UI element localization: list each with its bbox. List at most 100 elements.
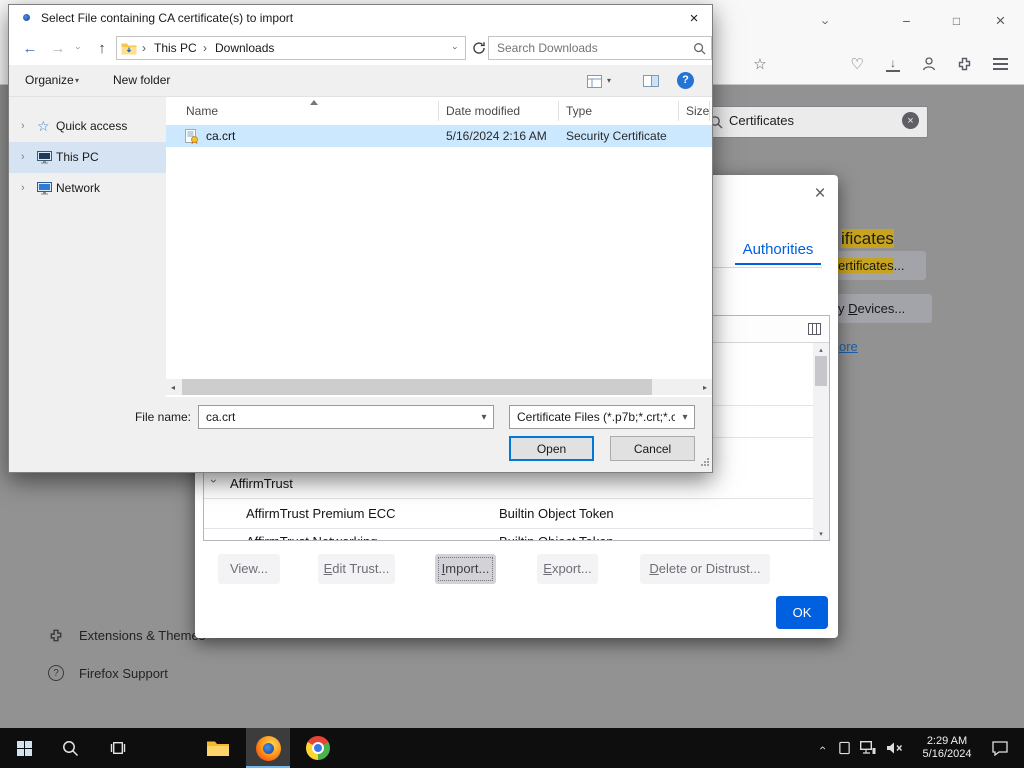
tray-display-icon[interactable] xyxy=(834,728,854,768)
organize-dropdown-chevron-icon[interactable]: ▾ xyxy=(75,65,79,96)
scroll-down-icon[interactable]: ▾ xyxy=(813,527,829,540)
export-button[interactable]: Export... xyxy=(537,554,598,584)
extensions-puzzle-icon xyxy=(47,627,65,645)
task-view-button[interactable] xyxy=(96,728,140,768)
firefox-taskbar-button[interactable] xyxy=(246,728,290,768)
scrollbar-thumb[interactable] xyxy=(182,379,652,395)
delete-or-distrust-button[interactable]: Delete or Distrust... xyxy=(640,554,770,584)
resize-grip[interactable] xyxy=(700,456,710,470)
open-button[interactable]: Open xyxy=(509,436,594,461)
clock-date: 5/16/2024 xyxy=(914,748,980,761)
minimize-icon[interactable]: − xyxy=(893,8,920,34)
ok-button[interactable]: OK xyxy=(776,596,828,629)
clear-search-icon[interactable]: × xyxy=(902,112,919,129)
search-box[interactable]: Search Downloads xyxy=(488,36,712,60)
dropdown-chevron-icon[interactable]: ▾ xyxy=(475,406,493,428)
tab-authorities[interactable]: Authorities xyxy=(735,235,821,263)
close-window-icon[interactable]: × xyxy=(987,8,1014,34)
chrome-taskbar-button[interactable] xyxy=(296,728,340,768)
file-explorer-button[interactable] xyxy=(196,728,240,768)
sidebar-item-network[interactable]: › Network xyxy=(9,173,166,204)
menu-hamburger-icon[interactable] xyxy=(988,52,1012,76)
expand-chevron-icon[interactable]: › xyxy=(21,173,25,203)
breadcrumb-this-pc[interactable]: This PC xyxy=(154,37,197,59)
vertical-scrollbar[interactable]: ▴ ▾ xyxy=(813,343,829,540)
pocket-heart-icon[interactable]: ♡ xyxy=(845,52,869,76)
column-picker-icon[interactable] xyxy=(806,322,822,336)
file-row-selected[interactable]: ca.crt 5/16/2024 2:16 AM Security Certif… xyxy=(166,125,712,147)
file-name: ca.crt xyxy=(206,125,235,147)
column-divider[interactable] xyxy=(558,101,559,121)
learn-more-link-fragment[interactable]: ore xyxy=(839,338,858,356)
cert-row-clipped[interactable]: AffirmTrust Networking Builtin Object To… xyxy=(204,529,813,540)
dialog-titlebar[interactable]: Select File containing CA certificate(s)… xyxy=(9,5,712,31)
security-devices-button-fragment[interactable]: y Devices... xyxy=(838,294,932,323)
column-header-size[interactable]: Size xyxy=(686,97,709,125)
up-icon[interactable]: ↑ xyxy=(89,31,115,65)
sidebar-item-extensions-themes[interactable]: Extensions & Themes xyxy=(40,624,220,650)
column-divider[interactable] xyxy=(678,101,679,121)
breadcrumb-downloads[interactable]: Downloads xyxy=(215,37,274,59)
settings-search-value[interactable]: Certificates xyxy=(729,107,794,135)
address-dropdown-chevron-icon[interactable]: › xyxy=(445,37,465,59)
desktop: › − □ × ☆ ♡ ↓ Certificates × ificates er… xyxy=(0,0,1024,768)
search-icon[interactable] xyxy=(691,40,707,56)
computer-icon xyxy=(36,150,52,164)
tray-volume-muted-icon[interactable] xyxy=(882,728,906,768)
help-icon[interactable]: ? xyxy=(677,72,694,89)
column-header-type[interactable]: Type xyxy=(566,97,592,125)
collapse-chevron-icon[interactable]: › xyxy=(212,474,216,488)
column-header-date[interactable]: Date modified xyxy=(446,97,520,125)
view-button[interactable]: View... xyxy=(218,554,280,584)
extensions-puzzle-icon[interactable] xyxy=(952,52,976,76)
view-certificates-button-fragment[interactable]: ertificates... xyxy=(838,251,926,280)
maximize-icon[interactable]: □ xyxy=(943,8,970,34)
recent-locations-chevron-icon[interactable]: › xyxy=(71,31,85,65)
sidebar-item-firefox-support[interactable]: ? Firefox Support xyxy=(40,662,220,688)
tray-show-hidden-icons[interactable]: › xyxy=(812,728,832,768)
account-icon[interactable] xyxy=(917,52,941,76)
edit-trust-button[interactable]: Edit Trust... xyxy=(318,554,395,584)
cert-name: AffirmTrust Premium ECC xyxy=(246,499,396,528)
change-view-icon[interactable] xyxy=(585,73,603,89)
file-name-input[interactable]: ca.crt ▾ xyxy=(198,405,494,429)
scroll-left-icon[interactable]: ◂ xyxy=(166,379,180,395)
back-icon[interactable]: ← xyxy=(17,31,43,65)
cert-row[interactable]: AffirmTrust Premium ECC Builtin Object T… xyxy=(204,499,813,529)
tab-list-chevron-icon[interactable]: › xyxy=(815,10,837,34)
preview-pane-icon[interactable] xyxy=(642,74,660,88)
cert-group-row[interactable]: › AffirmTrust xyxy=(204,469,813,499)
cert-group-label: AffirmTrust xyxy=(230,469,293,498)
settings-search-box[interactable]: Certificates × xyxy=(700,106,928,138)
scroll-up-icon[interactable]: ▴ xyxy=(813,343,829,356)
scroll-right-icon[interactable]: ▸ xyxy=(698,379,712,395)
view-dropdown-chevron-icon[interactable]: ▾ xyxy=(607,65,611,96)
column-divider[interactable] xyxy=(709,101,710,121)
sort-ascending-icon xyxy=(310,100,318,105)
dropdown-chevron-icon[interactable]: ▾ xyxy=(676,406,694,428)
horizontal-scrollbar[interactable]: ◂ ▸ xyxy=(166,379,712,395)
column-header-name[interactable]: Name xyxy=(186,97,218,125)
action-center-button[interactable] xyxy=(982,728,1018,768)
expand-chevron-icon[interactable]: › xyxy=(21,111,25,141)
column-divider[interactable] xyxy=(438,101,439,121)
import-button[interactable]: Import... xyxy=(435,554,496,584)
file-type-select[interactable]: Certificate Files (*.p7b;*.crt;*.ce ▾ xyxy=(509,405,695,429)
downloads-icon[interactable]: ↓ xyxy=(881,52,905,76)
expand-chevron-icon[interactable]: › xyxy=(21,142,25,172)
new-folder-button[interactable]: New folder xyxy=(113,65,170,96)
cancel-button[interactable]: Cancel xyxy=(610,436,695,461)
close-dialog-icon[interactable]: × xyxy=(807,181,833,207)
organize-button[interactable]: Organize xyxy=(25,65,74,96)
sidebar-item-this-pc[interactable]: › This PC xyxy=(9,142,166,173)
close-dialog-icon[interactable]: × xyxy=(676,5,712,31)
scrollbar-thumb[interactable] xyxy=(815,356,827,386)
tray-network-icon[interactable] xyxy=(856,728,880,768)
clock[interactable]: 2:29 AM 5/16/2024 xyxy=(914,728,980,768)
taskbar-search-button[interactable] xyxy=(48,728,92,768)
sidebar-item-quick-access[interactable]: › ☆ Quick access xyxy=(9,111,166,142)
bookmark-star-icon[interactable]: ☆ xyxy=(748,52,772,76)
forward-icon[interactable]: → xyxy=(45,31,71,65)
address-breadcrumb-bar[interactable]: › This PC › Downloads › xyxy=(116,36,466,60)
start-button[interactable] xyxy=(0,728,48,768)
